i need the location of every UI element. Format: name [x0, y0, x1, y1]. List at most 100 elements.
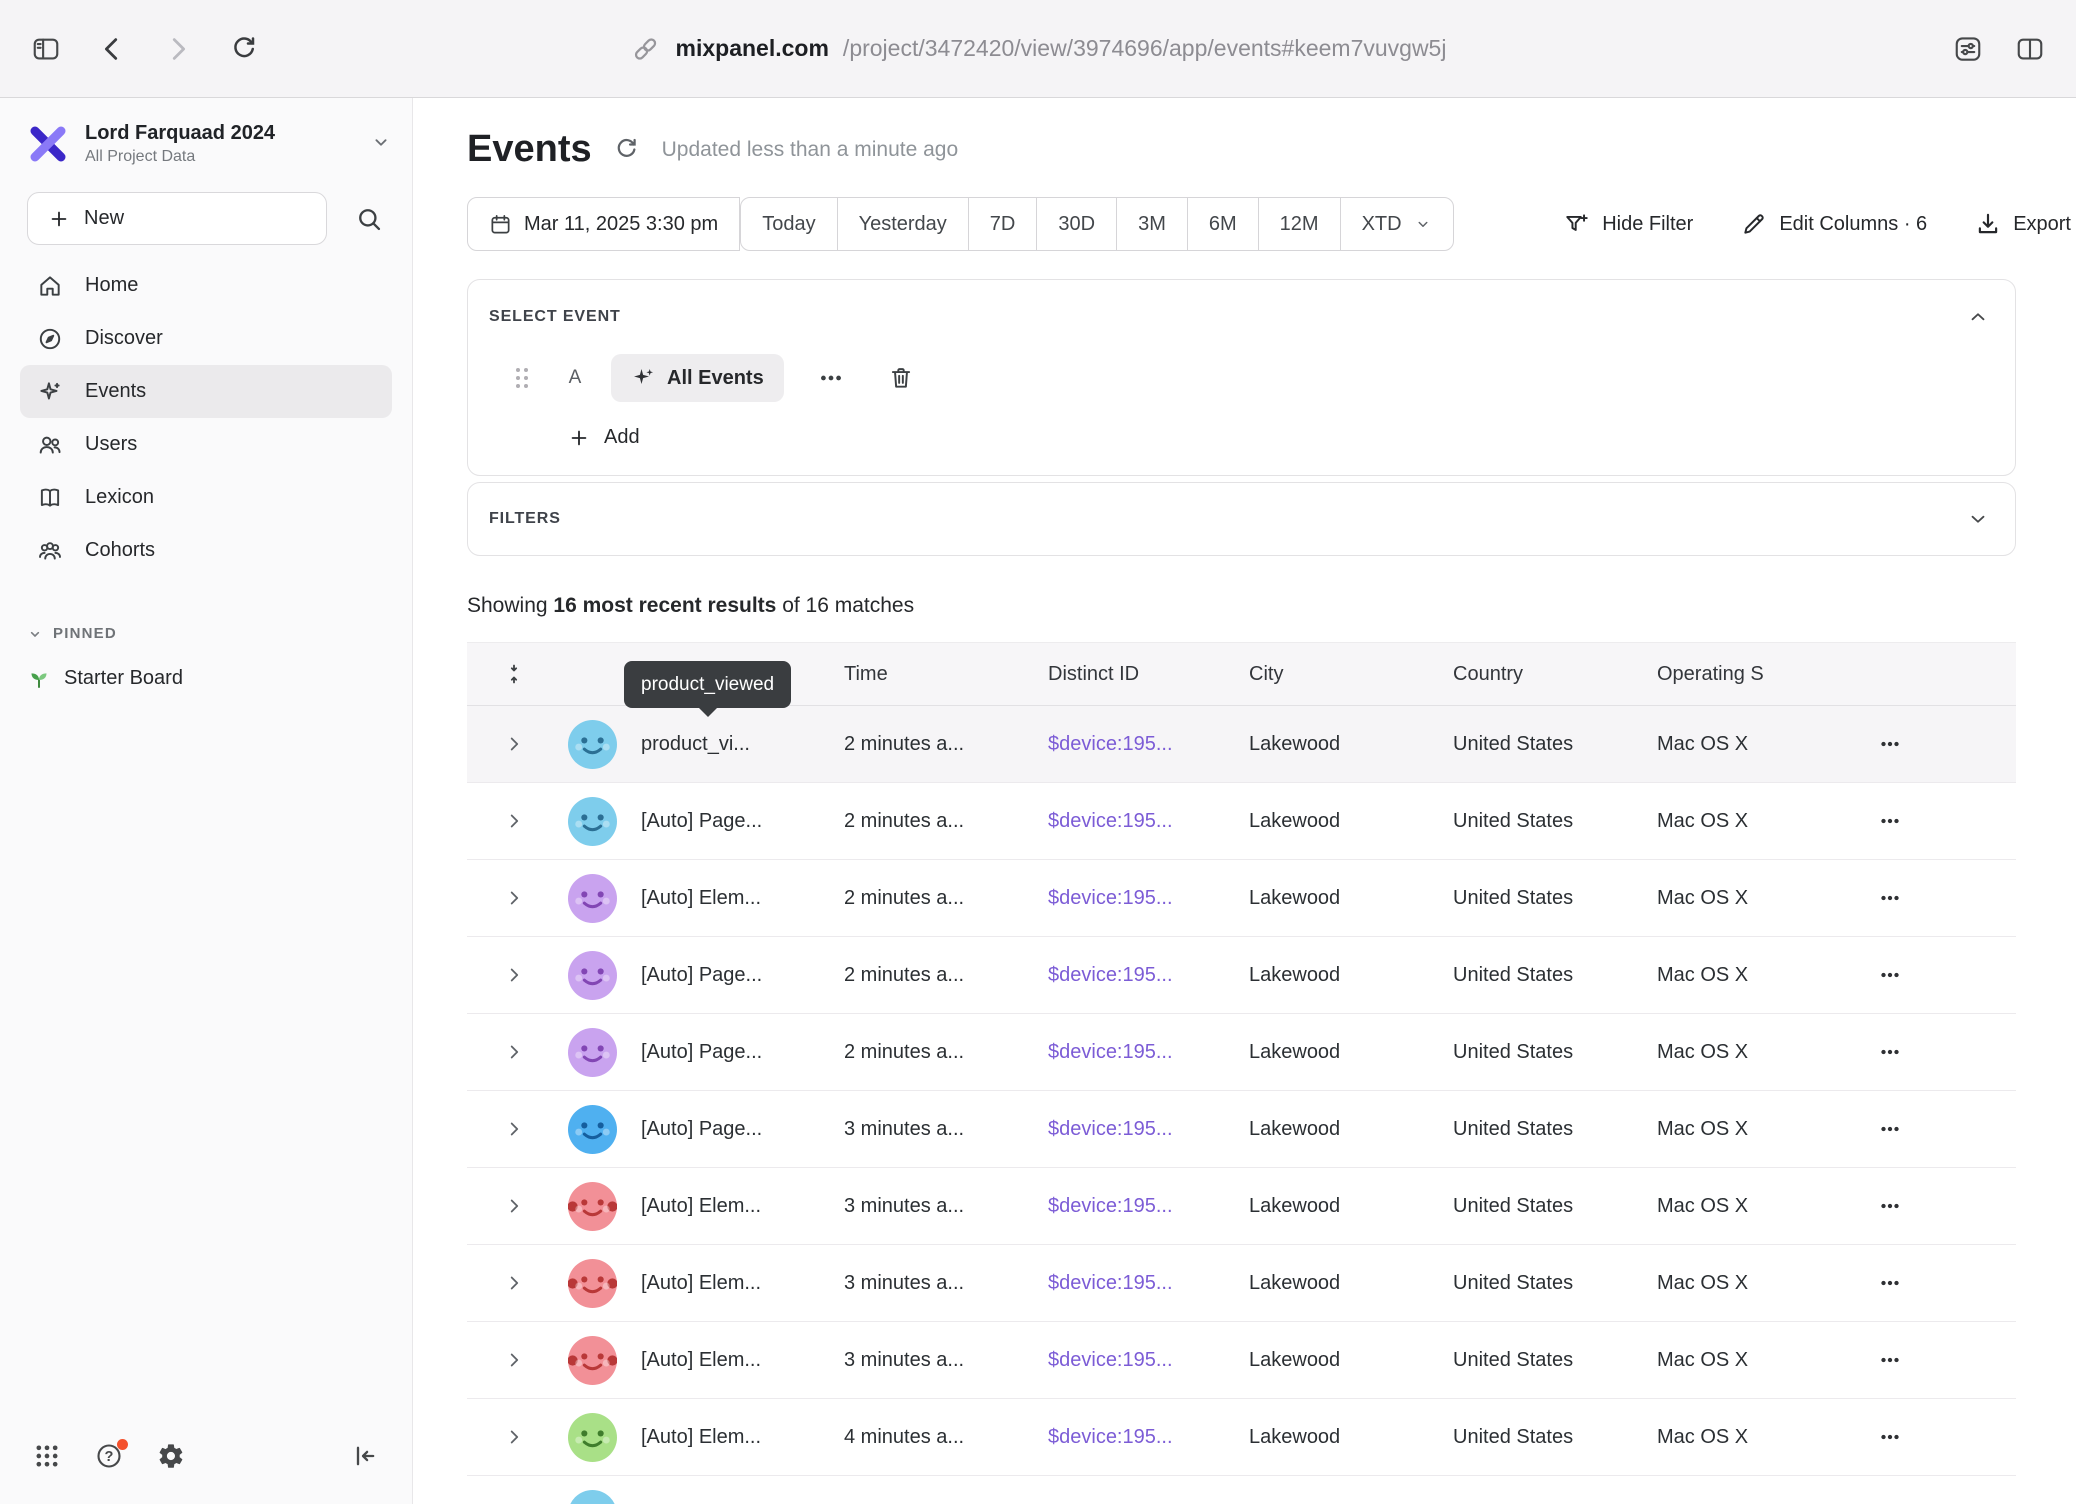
- distinct-id-link[interactable]: $device:195...: [1048, 733, 1249, 756]
- row-more-icon[interactable]: [1873, 806, 1907, 836]
- expand-section-icon[interactable]: [1967, 508, 1989, 530]
- back-icon[interactable]: [96, 33, 128, 65]
- table-row[interactable]: product_vi... 2 minutes a... $device:195…: [467, 706, 2016, 783]
- search-button[interactable]: [353, 202, 385, 236]
- table-row[interactable]: [Auto] Page... 2 minutes a... $device:19…: [467, 783, 2016, 860]
- address-bar[interactable]: mixpanel.com/project/3472420/view/397469…: [630, 0, 1447, 97]
- add-event-button[interactable]: Add: [568, 426, 640, 449]
- export-button[interactable]: Export: [1975, 211, 2071, 237]
- expand-row-icon[interactable]: [501, 1347, 527, 1373]
- distinct-id-link[interactable]: $device:195...: [1048, 1041, 1249, 1064]
- expand-row-icon[interactable]: [501, 1116, 527, 1142]
- table-row[interactable]: [Auto] Page... 2 minutes a... $device:19…: [467, 937, 2016, 1014]
- column-header-os[interactable]: Operating S: [1657, 663, 1861, 686]
- event-selector-chip[interactable]: All Events: [611, 354, 784, 402]
- help-icon[interactable]: ?: [94, 1441, 124, 1471]
- sidebar-item-events[interactable]: Events: [20, 365, 392, 418]
- column-header-city[interactable]: City: [1249, 663, 1453, 686]
- expand-row-icon[interactable]: [501, 808, 527, 834]
- distinct-id-link[interactable]: $device:195...: [1048, 887, 1249, 910]
- expand-row-icon[interactable]: [501, 1039, 527, 1065]
- row-more-icon[interactable]: [1873, 1345, 1907, 1375]
- table-row[interactable]: [Auto] Elem... 2 minutes a... $device:19…: [467, 860, 2016, 937]
- expand-row-icon[interactable]: [501, 962, 527, 988]
- table-row[interactable]: [Auto] Elem... 3 minutes a... $device:19…: [467, 1245, 2016, 1322]
- sidebar-item-discover[interactable]: Discover: [20, 312, 392, 365]
- table-row[interactable]: [467, 1476, 2016, 1504]
- row-more-icon[interactable]: [1873, 960, 1907, 990]
- row-more-icon[interactable]: [1873, 1037, 1907, 1067]
- sidebar-item-users[interactable]: Users: [20, 418, 392, 471]
- range-button-12m[interactable]: 12M: [1258, 197, 1341, 251]
- date-picker-button[interactable]: Mar 11, 2025 3:30 pm: [467, 197, 740, 251]
- settings-gear-icon[interactable]: [156, 1441, 186, 1471]
- row-more-icon[interactable]: [1873, 883, 1907, 913]
- os-cell: Mac OS X: [1657, 810, 1861, 833]
- row-more-icon[interactable]: [1873, 1499, 1907, 1504]
- row-more-icon[interactable]: [1873, 729, 1907, 759]
- edit-columns-button[interactable]: Edit Columns · 6: [1741, 211, 1927, 237]
- reload-icon[interactable]: [228, 33, 260, 65]
- pinned-item-starter-board[interactable]: Starter Board: [27, 666, 412, 690]
- os-cell: Mac OS X: [1657, 1041, 1861, 1064]
- column-header-country[interactable]: Country: [1453, 663, 1657, 686]
- refresh-icon[interactable]: [612, 135, 642, 165]
- page-settings-icon[interactable]: [1952, 33, 1984, 65]
- range-button-today[interactable]: Today: [740, 197, 837, 251]
- sidebar-item-lexicon[interactable]: Lexicon: [20, 471, 392, 524]
- sidebar: Lord Farquaad 2024 All Project Data New: [0, 98, 413, 1504]
- row-more-icon[interactable]: [1873, 1191, 1907, 1221]
- event-chip-label: All Events: [667, 367, 764, 390]
- hide-filter-button[interactable]: Hide Filter: [1564, 211, 1693, 237]
- row-more-icon[interactable]: [1873, 1422, 1907, 1452]
- table-row[interactable]: [Auto] Elem... 3 minutes a... $device:19…: [467, 1168, 2016, 1245]
- delete-event-icon[interactable]: [886, 363, 916, 393]
- range-button-3m[interactable]: 3M: [1116, 197, 1188, 251]
- range-button-yesterday[interactable]: Yesterday: [837, 197, 969, 251]
- browser-sidebar-toggle-icon[interactable]: [30, 33, 62, 65]
- distinct-id-link[interactable]: $device:195...: [1048, 1272, 1249, 1295]
- sidebar-item-label: Events: [85, 380, 146, 403]
- table-row[interactable]: [Auto] Page... 3 minutes a... $device:19…: [467, 1091, 2016, 1168]
- add-button-label: Add: [604, 426, 640, 449]
- distinct-id-link[interactable]: $device:195...: [1048, 1426, 1249, 1449]
- table-row[interactable]: [Auto] Elem... 4 minutes a... $device:19…: [467, 1399, 2016, 1476]
- expand-row-icon[interactable]: [501, 885, 527, 911]
- chevron-down-icon: [370, 131, 392, 158]
- forward-icon[interactable]: [162, 33, 194, 65]
- project-switcher[interactable]: Lord Farquaad 2024 All Project Data: [27, 120, 392, 168]
- distinct-id-link[interactable]: $device:195...: [1048, 964, 1249, 987]
- collapse-rows-icon[interactable]: [501, 661, 527, 687]
- table-row[interactable]: [Auto] Elem... 3 minutes a... $device:19…: [467, 1322, 2016, 1399]
- new-button[interactable]: New: [27, 192, 327, 245]
- row-more-icon[interactable]: [1873, 1268, 1907, 1298]
- range-button-7d[interactable]: 7D: [968, 197, 1038, 251]
- apps-grid-icon[interactable]: [32, 1441, 62, 1471]
- collapse-sidebar-icon[interactable]: [350, 1441, 380, 1471]
- collapse-section-icon[interactable]: [1967, 306, 1989, 328]
- split-view-icon[interactable]: [2014, 33, 2046, 65]
- city-cell: Lakewood: [1249, 1041, 1453, 1064]
- event-name-cell: product_vi...: [625, 733, 844, 756]
- distinct-id-link[interactable]: $device:195...: [1048, 1195, 1249, 1218]
- distinct-id-link[interactable]: $device:195...: [1048, 810, 1249, 833]
- select-event-card: SELECT EVENT A: [467, 279, 2016, 476]
- pinned-section-header[interactable]: PINNED: [27, 625, 412, 642]
- range-button-6m[interactable]: 6M: [1187, 197, 1259, 251]
- sidebar-item-home[interactable]: Home: [20, 259, 392, 312]
- column-header-time[interactable]: Time: [844, 663, 1048, 686]
- expand-row-icon[interactable]: [501, 1193, 527, 1219]
- drag-handle-icon[interactable]: [513, 365, 531, 391]
- range-button-xtd[interactable]: XTD: [1340, 197, 1454, 251]
- sidebar-item-cohorts[interactable]: Cohorts: [20, 524, 392, 577]
- range-button-30d[interactable]: 30D: [1036, 197, 1117, 251]
- distinct-id-link[interactable]: $device:195...: [1048, 1349, 1249, 1372]
- expand-row-icon[interactable]: [501, 1270, 527, 1296]
- expand-row-icon[interactable]: [501, 731, 527, 757]
- row-more-icon[interactable]: [1873, 1114, 1907, 1144]
- table-row[interactable]: [Auto] Page... 2 minutes a... $device:19…: [467, 1014, 2016, 1091]
- event-more-icon[interactable]: [816, 363, 846, 393]
- expand-row-icon[interactable]: [501, 1424, 527, 1450]
- distinct-id-link[interactable]: $device:195...: [1048, 1118, 1249, 1141]
- column-header-distinct-id[interactable]: Distinct ID: [1048, 663, 1249, 686]
